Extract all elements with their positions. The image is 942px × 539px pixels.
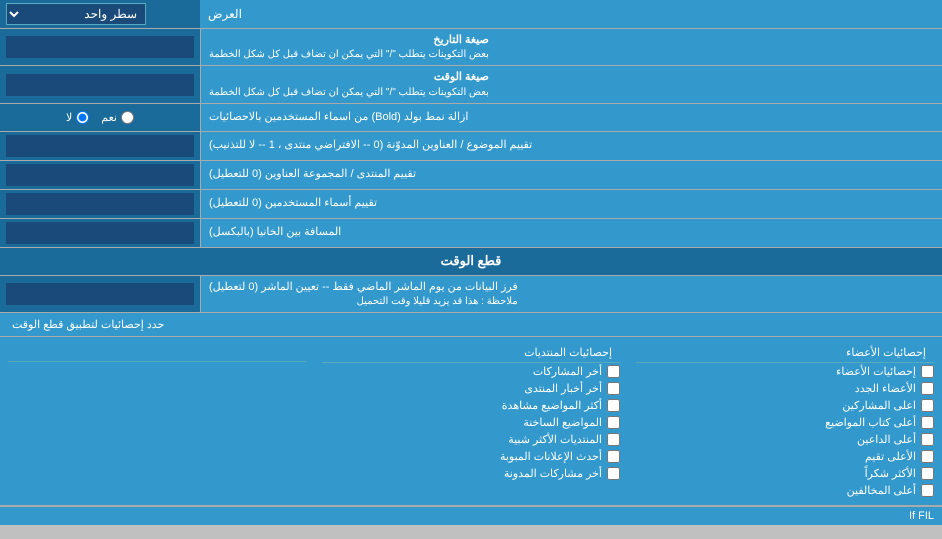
cb-top-sharers[interactable] <box>921 399 934 412</box>
bold-radio-no-label[interactable]: لا <box>66 111 89 124</box>
gap-label: المسافة بين الخانيا (بالبكسل) <box>200 219 942 247</box>
cb-most-viewed[interactable] <box>607 399 620 412</box>
bold-remove-radio-cell: نعم لا <box>0 104 200 131</box>
if-fil-row: If FIL <box>0 506 942 525</box>
time-data-input-cell: 0 <box>0 276 200 312</box>
cb-recent-ads-item: أحدث الإعلانات المبوبة <box>322 448 620 465</box>
cb-top-sharers-item: اعلى المشاركين <box>636 397 934 414</box>
cb-top-rated[interactable] <box>921 450 934 463</box>
cb-members-stats[interactable] <box>921 365 934 378</box>
checkboxes-col-members: إحصائيات الأعضاء إحصائيات الأعضاء الأعضا… <box>628 341 942 501</box>
cb-most-viewed-item: أكثر المواضيع مشاهدة <box>322 397 620 414</box>
stats-limit-label: حدد إحصائيات لتطبيق قطع الوقت <box>12 318 164 331</box>
users-sort-row: تقييم أسماء المستخدمين (0 للتعطيل) 0 <box>0 190 942 219</box>
date-format-label: صيغة التاريخ بعض التكوينات يتطلب "/" الت… <box>200 29 942 65</box>
cb-similar-forums[interactable] <box>607 433 620 446</box>
topic-sort-row: تقييم الموضوع / العناوين المدوّنة (0 -- … <box>0 132 942 161</box>
col1-header <box>8 343 306 362</box>
if-fil-text: If FIL <box>909 510 934 522</box>
time-format-input[interactable]: H:i <box>6 74 194 96</box>
cb-posts-item: أخر المشاركات <box>322 363 620 380</box>
date-format-input-cell: d-m <box>0 29 200 65</box>
cb-marked-posts[interactable] <box>607 467 620 480</box>
bold-radio-yes[interactable] <box>121 111 134 124</box>
main-container: العرض سطر واحد سطرين ثلاثة أسطر صيغة الت… <box>0 0 942 525</box>
time-section-header: قطع الوقت <box>0 248 942 276</box>
checkboxes-col-empty <box>0 341 314 501</box>
cb-new-members-item: الأعضاء الجدد <box>636 380 934 397</box>
time-format-input-cell: H:i <box>0 66 200 102</box>
cb-most-thanks[interactable] <box>921 467 934 480</box>
cb-recent-ads[interactable] <box>607 450 620 463</box>
cb-forum-news[interactable] <box>607 382 620 395</box>
checkboxes-section: إحصائيات الأعضاء إحصائيات الأعضاء الأعضا… <box>0 337 942 506</box>
time-section-title: قطع الوقت <box>0 248 942 275</box>
cb-forum-news-item: أخر أخبار المنتدى <box>322 380 620 397</box>
top-row: العرض سطر واحد سطرين ثلاثة أسطر <box>0 0 942 29</box>
time-data-input[interactable]: 0 <box>6 283 194 305</box>
topic-sort-input[interactable]: 33 <box>6 135 194 157</box>
date-format-row: صيغة التاريخ بعض التكوينات يتطلب "/" الت… <box>0 29 942 66</box>
bold-radio-yes-label[interactable]: نعم <box>101 111 134 124</box>
top-label: العرض <box>200 0 942 28</box>
cb-top-writers[interactable] <box>921 416 934 429</box>
forum-sort-label: تقييم المنتدى / المجموعة العناوين (0 للت… <box>200 161 942 189</box>
bold-radio-no[interactable] <box>76 111 89 124</box>
forum-sort-input-cell: 33 <box>0 161 200 189</box>
time-data-label: فرز البيانات من يوم الماشر الماضي فقط --… <box>200 276 942 312</box>
cb-top-moderators[interactable] <box>921 484 934 497</box>
cb-most-thanks-item: الأكثر شكراً <box>636 465 934 482</box>
col2-header: إحصائيات المنتديات <box>322 343 620 363</box>
stats-limit-row: حدد إحصائيات لتطبيق قطع الوقت <box>0 313 942 337</box>
time-format-row: صيغة الوقت بعض التكوينات يتطلب "/" التي … <box>0 66 942 103</box>
users-sort-input[interactable]: 0 <box>6 193 194 215</box>
forum-sort-input[interactable]: 33 <box>6 164 194 186</box>
checkboxes-grid: إحصائيات الأعضاء إحصائيات الأعضاء الأعضا… <box>0 341 942 501</box>
top-input-cell: سطر واحد سطرين ثلاثة أسطر <box>0 0 200 28</box>
bold-remove-row: ازالة نمط بولد (Bold) من اسماء المستخدمي… <box>0 104 942 132</box>
gap-row: المسافة بين الخانيا (بالبكسل) 2 <box>0 219 942 248</box>
cb-new-members[interactable] <box>921 382 934 395</box>
cb-top-writers-item: أعلى كتاب المواضيع <box>636 414 934 431</box>
cb-marked-posts-item: أخر مشاركات المدونة <box>322 465 620 482</box>
cb-top-posters[interactable] <box>921 433 934 446</box>
cb-top-moderators-item: أعلى المخالفين <box>636 482 934 499</box>
gap-input-cell: 2 <box>0 219 200 247</box>
cb-posts[interactable] <box>607 365 620 378</box>
topic-sort-input-cell: 33 <box>0 132 200 160</box>
cb-top-rated-item: الأعلى تقيم <box>636 448 934 465</box>
cb-hot-topics-item: المواضيع الساخنة <box>322 414 620 431</box>
date-format-input[interactable]: d-m <box>6 36 194 58</box>
time-data-row: فرز البيانات من يوم الماشر الماضي فقط --… <box>0 276 942 313</box>
forum-sort-row: تقييم المنتدى / المجموعة العناوين (0 للت… <box>0 161 942 190</box>
topic-sort-label: تقييم الموضوع / العناوين المدوّنة (0 -- … <box>200 132 942 160</box>
bold-remove-label: ازالة نمط بولد (Bold) من اسماء المستخدمي… <box>200 104 942 131</box>
col3-header: إحصائيات الأعضاء <box>636 343 934 363</box>
display-select[interactable]: سطر واحد سطرين ثلاثة أسطر <box>6 3 146 25</box>
time-format-label: صيغة الوقت بعض التكوينات يتطلب "/" التي … <box>200 66 942 102</box>
users-sort-label: تقييم أسماء المستخدمين (0 للتعطيل) <box>200 190 942 218</box>
cb-similar-forums-item: المنتديات الأكثر شبية <box>322 431 620 448</box>
cb-hot-topics[interactable] <box>607 416 620 429</box>
gap-input[interactable]: 2 <box>6 222 194 244</box>
checkboxes-col-forums: إحصائيات المنتديات أخر المشاركات أخر أخب… <box>314 341 628 501</box>
cb-top-posters-item: أعلى الداعين <box>636 431 934 448</box>
cb-members-stats-item: إحصائيات الأعضاء <box>636 363 934 380</box>
users-sort-input-cell: 0 <box>0 190 200 218</box>
